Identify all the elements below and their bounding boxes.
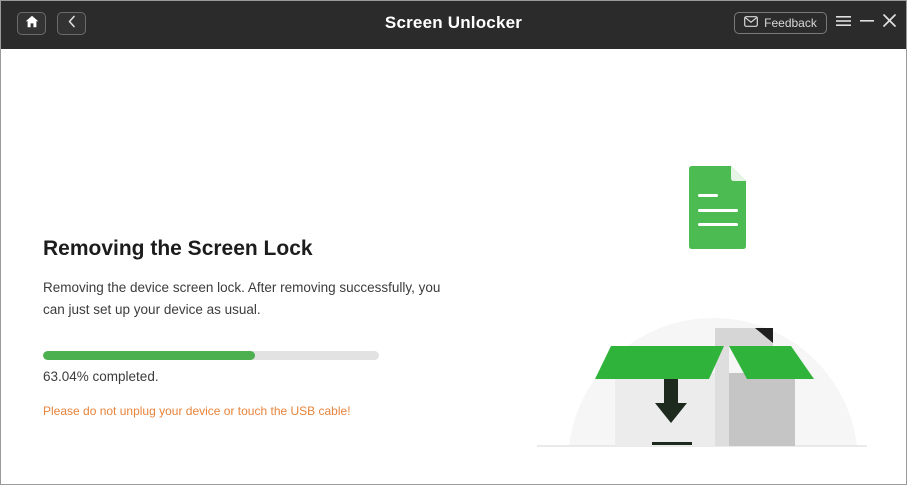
title-bar: Screen Unlocker Feedback [1, 1, 906, 49]
close-button[interactable] [879, 12, 899, 34]
progress-label: 63.04% completed. [43, 369, 159, 384]
back-button[interactable] [57, 12, 86, 35]
minimize-icon [860, 14, 874, 32]
feedback-button[interactable]: Feedback [734, 12, 827, 34]
minimize-button[interactable] [857, 12, 877, 34]
close-icon [882, 14, 896, 32]
menu-button[interactable] [833, 12, 853, 34]
progress-bar-fill [43, 351, 255, 360]
page-heading: Removing the Screen Lock [43, 237, 313, 260]
unlock-illustration [531, 161, 871, 453]
feedback-label: Feedback [764, 16, 817, 30]
document-icon [689, 166, 746, 249]
home-button[interactable] [17, 12, 46, 35]
chevron-left-icon [67, 15, 77, 33]
home-icon [25, 15, 39, 33]
app-window: Screen Unlocker Feedback Removing the Sc… [0, 0, 907, 485]
progress-bar [43, 351, 379, 360]
mail-icon [744, 16, 759, 30]
hamburger-menu-icon [835, 14, 851, 32]
page-description: Removing the device screen lock. After r… [43, 280, 441, 317]
warning-message: Please do not unplug your device or touc… [43, 404, 351, 418]
